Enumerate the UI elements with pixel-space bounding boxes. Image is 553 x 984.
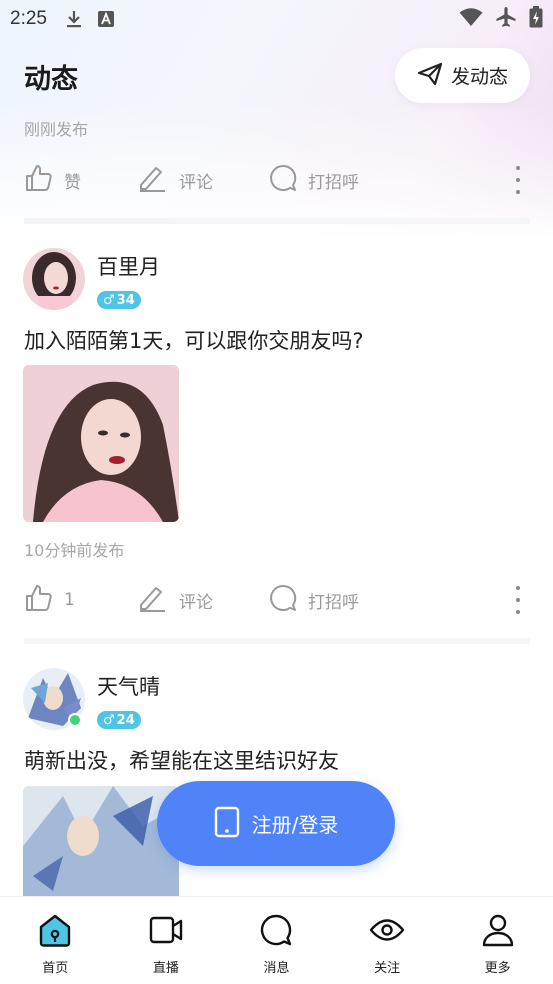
nav-label-home: 首页	[42, 961, 69, 976]
nav-label-live: 直播	[152, 961, 179, 976]
nav-item-follow[interactable]: 关注	[332, 897, 443, 984]
page-title: 动态	[24, 64, 78, 95]
chat-bubble-icon	[268, 163, 298, 197]
post-text: 萌新出没，希望能在这里结识好友	[24, 749, 339, 773]
home-icon	[37, 913, 73, 951]
like-label: 赞	[64, 172, 81, 193]
post-text: 加入陌陌第1天，可以跟你交朋友吗?	[24, 329, 364, 353]
wifi-icon	[459, 7, 483, 31]
register-login-button[interactable]: 注册/登录	[157, 781, 395, 866]
new-post-label: 发动态	[450, 66, 508, 88]
send-icon	[417, 62, 443, 90]
nav-label-messages: 消息	[263, 961, 290, 976]
video-icon	[148, 913, 184, 951]
greet-label: 打招呼	[308, 592, 359, 613]
status-bar: 2:25	[0, 0, 553, 38]
divider	[24, 218, 530, 224]
phone-icon	[214, 806, 240, 842]
comment-button[interactable]: 评论	[137, 160, 213, 200]
font-app-icon	[97, 10, 115, 28]
online-status-dot	[68, 713, 82, 727]
nav-item-live[interactable]: 直播	[111, 897, 222, 984]
nav-label-follow: 关注	[374, 961, 401, 976]
avatar[interactable]	[23, 248, 85, 310]
greet-button[interactable]: 打招呼	[268, 160, 359, 200]
age: 24	[116, 712, 135, 728]
male-icon: ♂	[103, 292, 115, 308]
post-action-bar: 1 评论 打招呼	[24, 580, 530, 620]
pencil-icon	[137, 163, 169, 197]
username: 天气晴	[97, 675, 160, 699]
username: 百里月	[97, 255, 160, 279]
new-post-button[interactable]: 发动态	[395, 48, 530, 103]
gender-age-badge: ♂ 24	[97, 711, 141, 729]
message-icon	[258, 913, 294, 951]
divider	[24, 638, 530, 644]
greet-label: 打招呼	[308, 172, 359, 193]
bottom-nav: 首页 直播 消息 关注 更多	[0, 896, 553, 984]
like-button[interactable]: 1	[24, 580, 75, 620]
age: 34	[116, 292, 135, 308]
battery-charging-icon	[529, 6, 543, 32]
nav-item-more[interactable]: 更多	[442, 897, 553, 984]
person-icon	[480, 913, 516, 951]
nav-item-home[interactable]: 首页	[0, 897, 111, 984]
comment-button[interactable]: 评论	[137, 580, 213, 620]
more-options-icon[interactable]	[506, 166, 530, 194]
thumbs-up-icon	[24, 583, 54, 617]
nav-label-more: 更多	[484, 961, 511, 976]
nav-item-messages[interactable]: 消息	[221, 897, 332, 984]
post-image[interactable]	[23, 365, 179, 522]
greet-button[interactable]: 打招呼	[268, 580, 359, 620]
comment-label: 评论	[179, 172, 213, 193]
post-action-bar: 赞 评论 打招呼	[24, 160, 530, 200]
post-image[interactable]	[23, 786, 179, 896]
pencil-icon	[137, 583, 169, 617]
post-time: 刚刚发布	[24, 120, 89, 139]
download-icon	[65, 9, 83, 29]
eye-icon	[369, 913, 405, 951]
status-time: 2:25	[10, 8, 47, 29]
chat-bubble-icon	[268, 583, 298, 617]
like-count: 1	[64, 590, 75, 610]
more-options-icon[interactable]	[506, 586, 530, 614]
male-icon: ♂	[103, 712, 115, 728]
register-login-label: 注册/登录	[251, 813, 339, 837]
comment-label: 评论	[179, 592, 213, 613]
airplane-icon	[495, 6, 517, 32]
post-time: 10分钟前发布	[24, 541, 125, 560]
thumbs-up-icon	[24, 163, 54, 197]
gender-age-badge: ♂ 34	[97, 291, 141, 309]
like-button[interactable]: 赞	[24, 160, 81, 200]
